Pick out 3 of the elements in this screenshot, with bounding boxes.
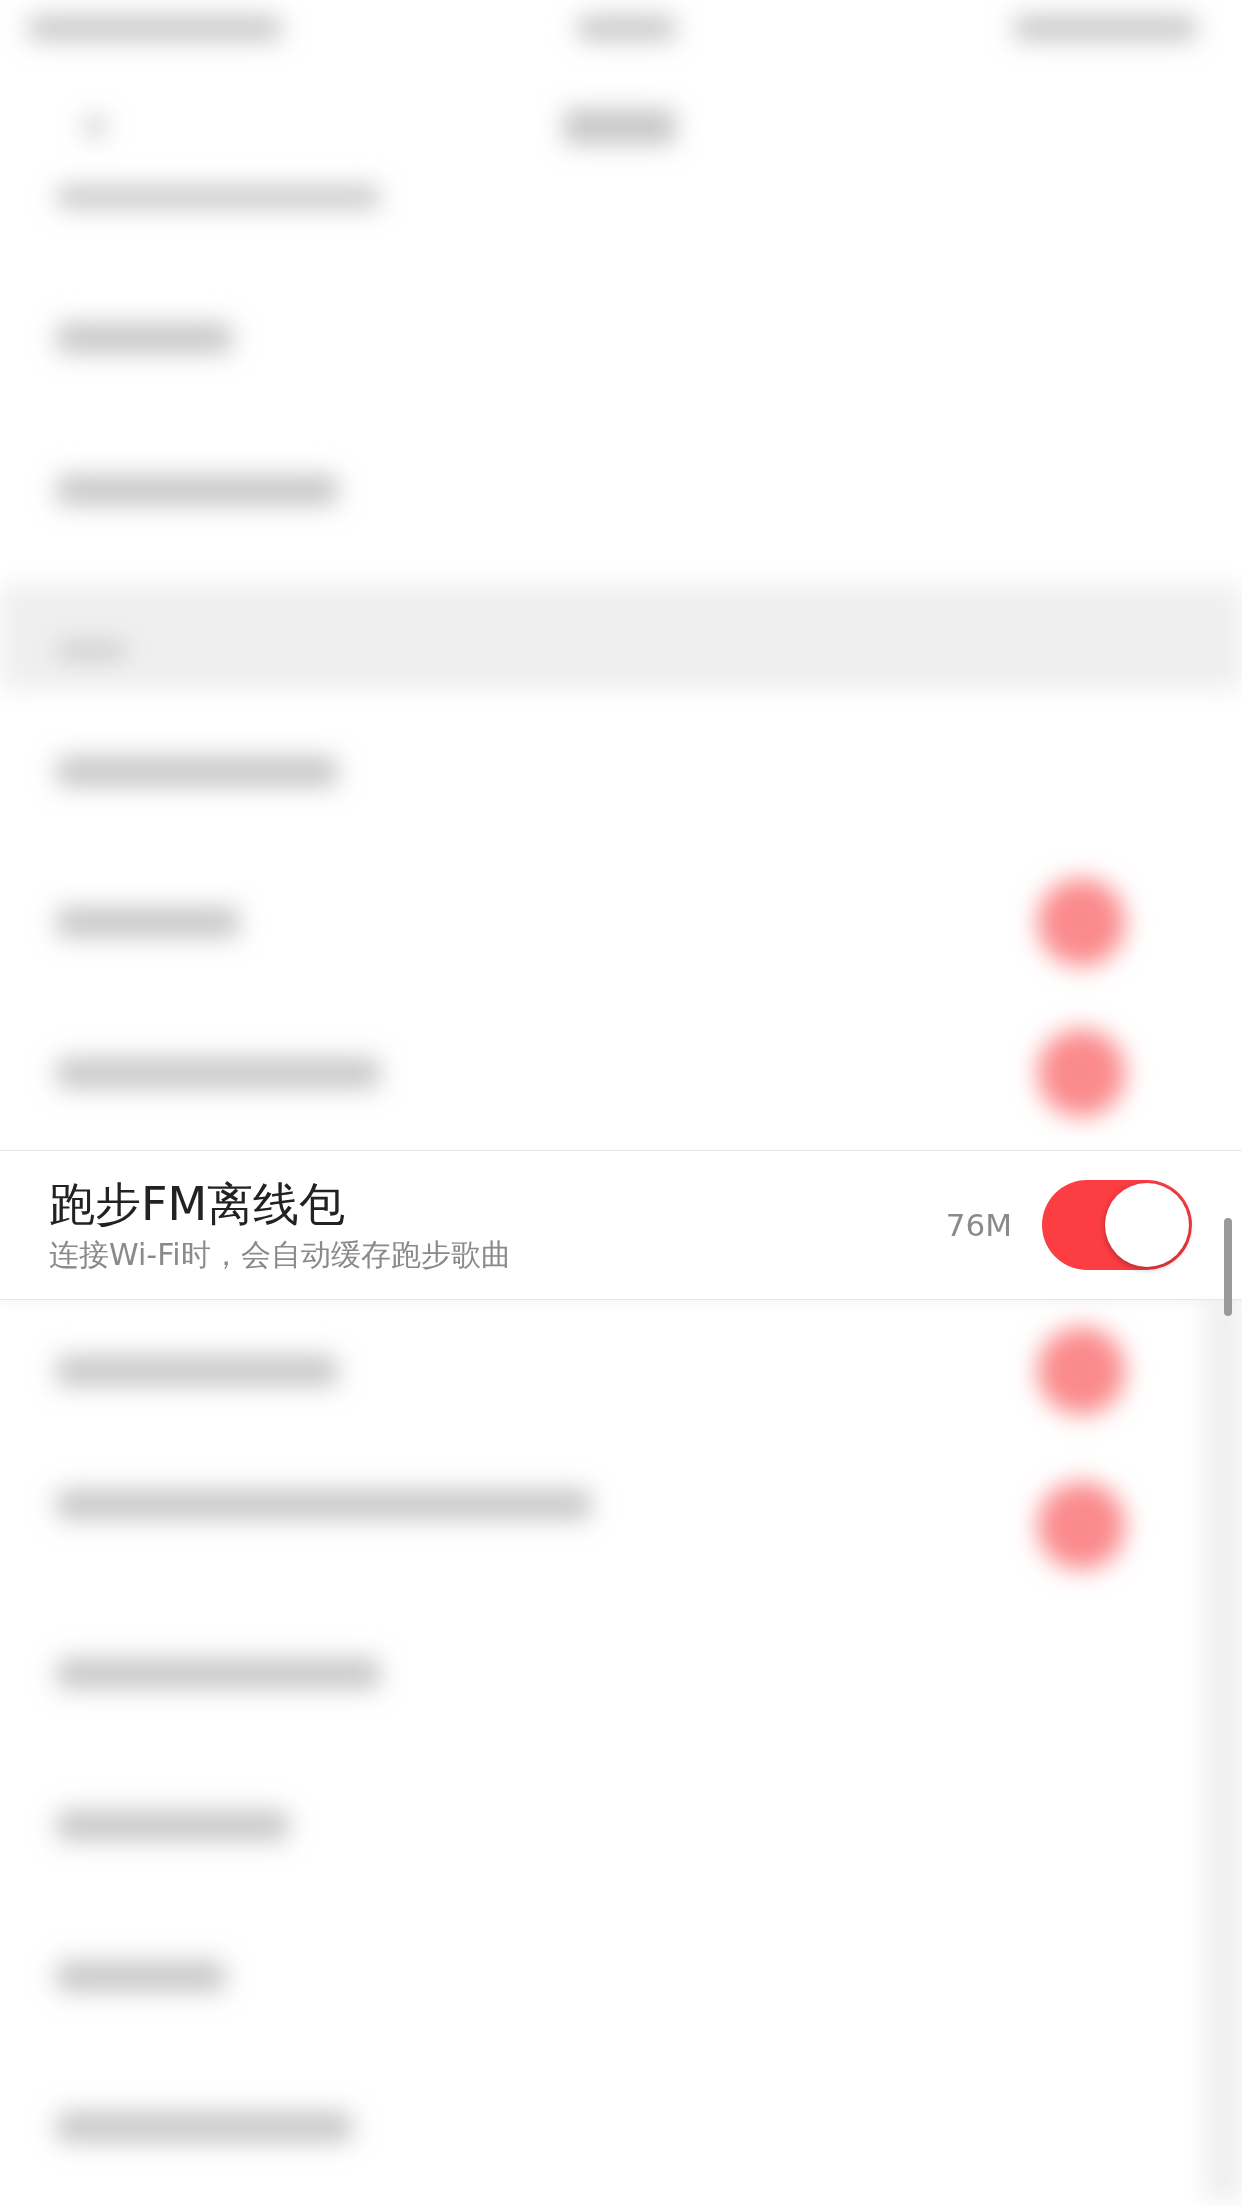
row-subtitle: 连接Wi-Fi时，会自动缓存跑步歌曲	[49, 1236, 512, 1273]
cache-size: 76M	[945, 1207, 1012, 1243]
row-title: 跑步FM离线包	[49, 1177, 347, 1233]
